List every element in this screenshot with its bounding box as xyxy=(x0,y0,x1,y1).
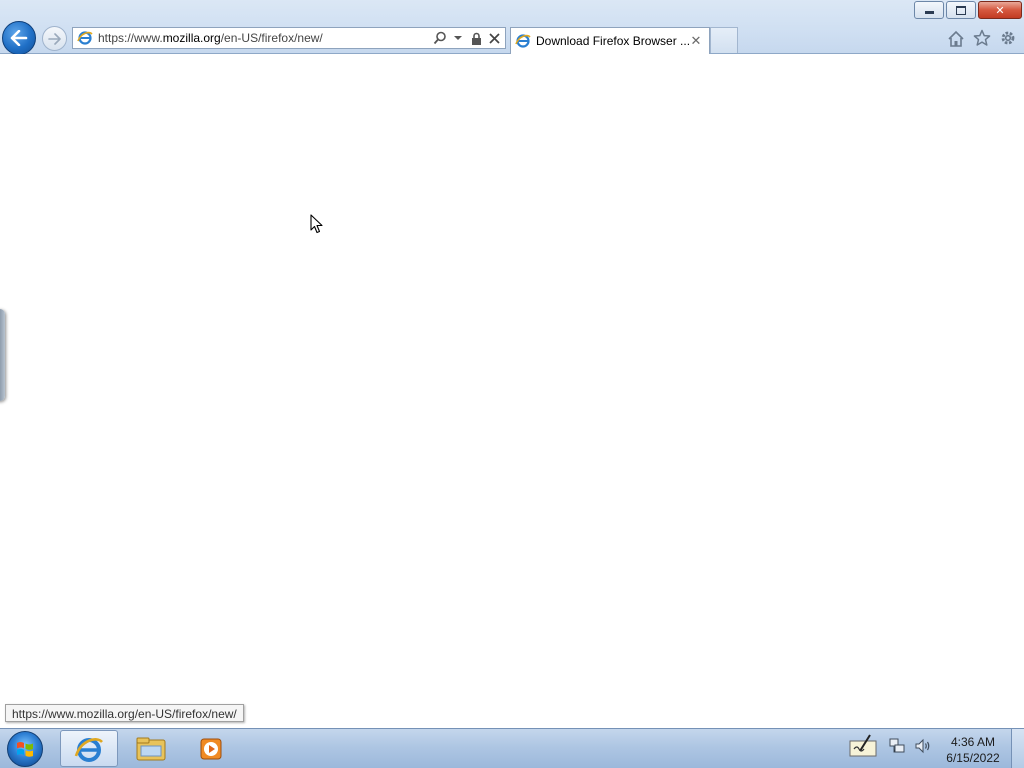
minimize-button[interactable] xyxy=(914,1,944,19)
restore-icon xyxy=(956,5,966,15)
url-prefix: https://www. xyxy=(98,31,163,45)
network-icon xyxy=(889,738,905,753)
taskbar-media-player[interactable] xyxy=(182,730,240,767)
minimize-icon xyxy=(924,11,934,14)
action-center-icon xyxy=(849,734,877,757)
page-content-area[interactable] xyxy=(0,54,1024,728)
status-url-tooltip: https://www.mozilla.org/en-US/firefox/ne… xyxy=(5,704,244,722)
tools-button[interactable] xyxy=(998,28,1018,48)
back-button[interactable] xyxy=(2,21,36,55)
search-button[interactable] xyxy=(433,31,447,45)
clock-date: 6/15/2022 xyxy=(946,751,1000,765)
desktop-screen: ✕ https://www.mozilla.org/en-US/firefox/… xyxy=(0,0,1024,768)
command-icons xyxy=(946,28,1018,48)
address-dropdown-button[interactable] xyxy=(451,31,465,45)
start-button[interactable] xyxy=(7,731,43,767)
internet-explorer-icon xyxy=(74,737,103,762)
windows-logo-icon xyxy=(17,742,33,757)
url-host: mozilla.org xyxy=(162,31,221,45)
url-text[interactable]: https://www.mozilla.org/en-US/firefox/ne… xyxy=(98,31,433,45)
ie-page-icon xyxy=(77,31,93,45)
new-tab-button[interactable] xyxy=(710,27,738,53)
restore-button[interactable] xyxy=(946,1,976,19)
stop-icon xyxy=(488,32,500,44)
forward-button[interactable] xyxy=(42,26,67,51)
close-icon: ✕ xyxy=(995,4,1005,17)
tab-download-firefox[interactable]: Download Firefox Browser ... ✕ xyxy=(510,27,710,54)
lock-icon xyxy=(471,32,481,45)
url-path: /en-US/firefox/new/ xyxy=(220,31,323,45)
home-button[interactable] xyxy=(946,28,966,48)
address-bar[interactable]: https://www.mozilla.org/en-US/firefox/ne… xyxy=(72,27,506,49)
taskbar-file-explorer[interactable] xyxy=(122,730,180,767)
action-center-button[interactable] xyxy=(848,733,880,764)
volume-icon xyxy=(915,738,930,754)
favorites-button[interactable] xyxy=(972,28,992,48)
forward-arrow-icon xyxy=(47,32,61,45)
side-panel-handle[interactable] xyxy=(0,309,5,401)
favorites-star-icon xyxy=(973,29,991,46)
back-arrow-icon xyxy=(10,30,28,46)
stop-button[interactable] xyxy=(487,31,501,45)
settings-gear-icon xyxy=(1001,31,1015,45)
taskbar: 4:36 AM 6/15/2022 xyxy=(0,728,1024,768)
search-icon xyxy=(433,31,446,45)
network-button[interactable] xyxy=(888,737,906,760)
file-explorer-icon xyxy=(136,737,166,760)
tab-close-icon[interactable]: ✕ xyxy=(689,33,703,48)
dropdown-icon xyxy=(454,36,462,40)
browser-toolbar: ✕ https://www.mozilla.org/en-US/firefox/… xyxy=(0,0,1024,55)
close-window-button[interactable]: ✕ xyxy=(978,1,1022,19)
security-lock-button[interactable] xyxy=(469,31,483,45)
mouse-cursor-icon xyxy=(310,214,323,234)
show-desktop-button[interactable] xyxy=(1011,729,1024,768)
tab-title: Download Firefox Browser ... xyxy=(536,34,689,48)
clock-time: 4:36 AM xyxy=(950,735,996,749)
home-icon xyxy=(948,30,964,47)
taskbar-internet-explorer[interactable] xyxy=(60,730,118,767)
volume-button[interactable] xyxy=(914,737,932,760)
window-controls: ✕ xyxy=(914,1,1022,19)
system-tray xyxy=(848,733,932,764)
taskbar-clock[interactable]: 4:36 AM 6/15/2022 xyxy=(940,734,1006,766)
media-player-icon xyxy=(200,738,222,759)
ie-tab-icon xyxy=(515,34,531,48)
address-actions xyxy=(433,31,501,45)
